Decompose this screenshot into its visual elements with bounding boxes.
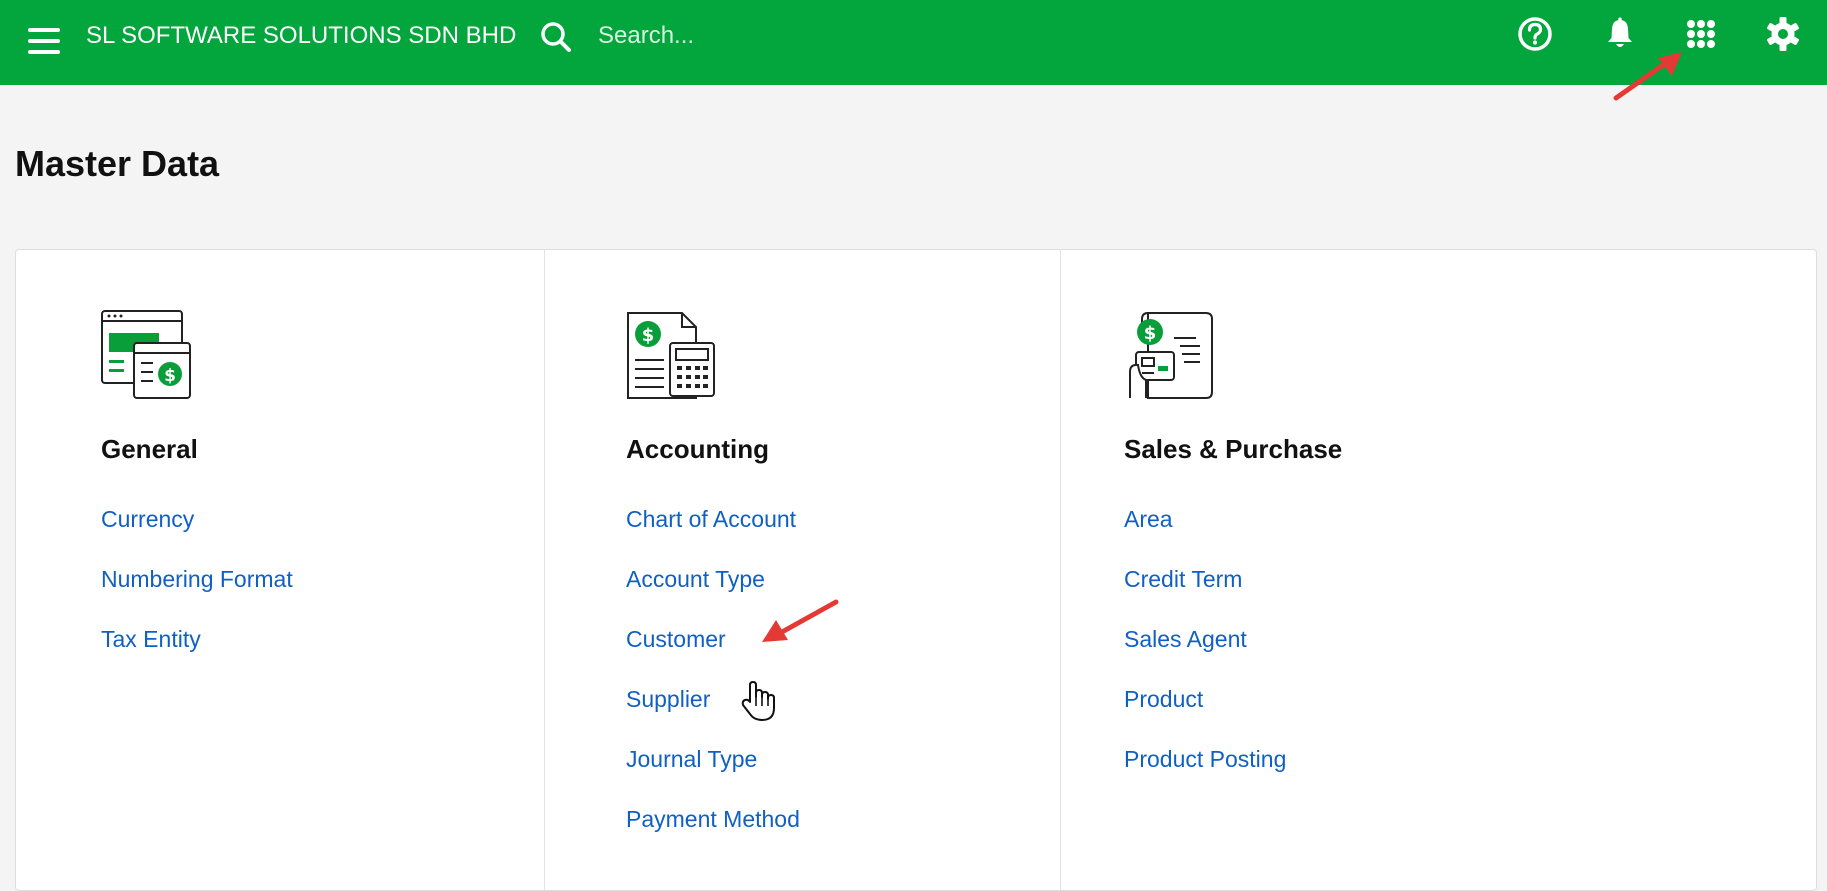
list-item: Customer <box>626 625 800 685</box>
list-item: Supplier <box>626 685 800 745</box>
bell-icon[interactable] <box>1600 14 1640 54</box>
list-item: Credit Term <box>1124 565 1286 625</box>
page-title: Master Data <box>15 143 220 184</box>
accounting-links: Chart of Account Account Type Customer S… <box>626 505 800 865</box>
menu-icon[interactable] <box>24 20 64 64</box>
link-journal-type[interactable]: Journal Type <box>626 746 757 772</box>
company-name: SL SOFTWARE SOLUTIONS SDN BHD <box>86 22 517 49</box>
list-item: Journal Type <box>626 745 800 805</box>
link-account-type[interactable]: Account Type <box>626 566 765 592</box>
gear-icon[interactable] <box>1763 14 1803 54</box>
list-item: Product <box>1124 685 1286 745</box>
link-currency[interactable]: Currency <box>101 506 194 532</box>
master-data-card: $ General Currency Numbering Format Tax … <box>15 249 1817 891</box>
list-item: Payment Method <box>626 805 800 865</box>
accounting-calculator-icon: $ <box>626 310 716 400</box>
column-divider <box>544 250 545 890</box>
search-input[interactable] <box>598 18 1098 54</box>
list-item: Chart of Account <box>626 505 800 565</box>
help-icon[interactable] <box>1515 14 1555 54</box>
section-title-accounting: Accounting <box>626 434 769 464</box>
svg-text:$: $ <box>164 366 176 386</box>
link-product[interactable]: Product <box>1124 686 1203 712</box>
search-icon[interactable] <box>536 17 576 57</box>
sales-purchase-links: Area Credit Term Sales Agent Product Pro… <box>1124 505 1286 805</box>
list-item: Account Type <box>626 565 800 625</box>
link-sales-agent[interactable]: Sales Agent <box>1124 626 1247 652</box>
section-title-sales-purchase: Sales & Purchase <box>1124 434 1343 464</box>
list-item: Tax Entity <box>101 625 293 685</box>
link-payment-method[interactable]: Payment Method <box>626 806 800 832</box>
svg-text:$: $ <box>642 325 655 346</box>
link-product-posting[interactable]: Product Posting <box>1124 746 1286 772</box>
link-tax-entity[interactable]: Tax Entity <box>101 626 201 652</box>
sales-purchase-icon: $ <box>1124 310 1214 400</box>
list-item: Area <box>1124 505 1286 565</box>
list-item: Sales Agent <box>1124 625 1286 685</box>
link-chart-of-account[interactable]: Chart of Account <box>626 506 796 532</box>
link-numbering-format[interactable]: Numbering Format <box>101 566 293 592</box>
svg-text:$: $ <box>1144 323 1157 344</box>
list-item: Numbering Format <box>101 565 293 625</box>
general-links: Currency Numbering Format Tax Entity <box>101 505 293 685</box>
link-supplier[interactable]: Supplier <box>626 686 710 712</box>
section-title-general: General <box>101 434 198 464</box>
column-divider <box>1060 250 1061 890</box>
general-settings-icon: $ <box>101 310 191 400</box>
top-app-bar: SL SOFTWARE SOLUTIONS SDN BHD <box>0 0 1827 85</box>
list-item: Product Posting <box>1124 745 1286 805</box>
link-area[interactable]: Area <box>1124 506 1173 532</box>
list-item: Currency <box>101 505 293 565</box>
apps-grid-icon[interactable] <box>1681 14 1721 54</box>
link-customer[interactable]: Customer <box>626 626 726 652</box>
link-credit-term[interactable]: Credit Term <box>1124 566 1242 592</box>
